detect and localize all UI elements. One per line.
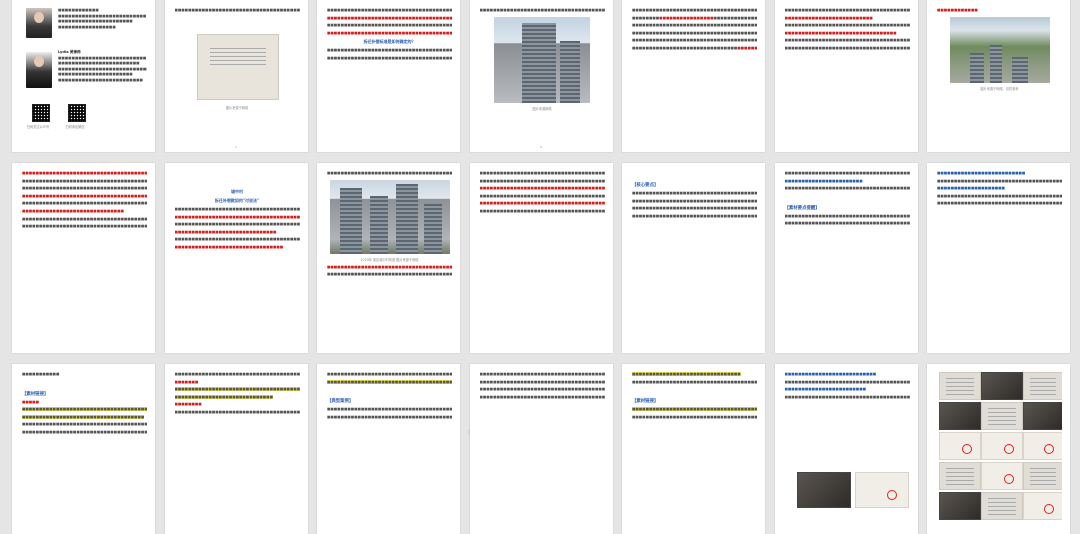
page-11[interactable]: ■■■■■■■■■■■■■■■■■■■■■■■■■■■■■■■■■■■■■ ■■■… [469, 163, 613, 353]
page-10[interactable]: ■■■■■■■■■■■■■■■■■■■■■■■■■■■■■■■■■■■■■■■■… [317, 163, 460, 353]
page-14[interactable]: ■■■■■■■■■■■■■■■■■■■■■■■■■■ ■■■■■■■■■■■■■… [927, 163, 1070, 353]
lawyer-portrait-1 [26, 8, 52, 38]
photo-caption: 2020年 某区城中村改造 图片来源于网络 [360, 257, 419, 262]
page-7[interactable]: ■■■■■■■■■■■■ 图片来源于网络，仅供参考 [927, 0, 1070, 152]
photo-caption: 图片来源于网络 [225, 106, 249, 110]
page-2[interactable]: ■■■■■■■■■■■■■■■■■■■■■■■■■■■■■■■■■■■■■■■■… [164, 0, 308, 152]
qr-code-1 [32, 104, 50, 122]
evidence-photo-14 [981, 492, 1023, 520]
page-8[interactable]: ■■■■■■■■■■■■■■■■■■■■■■■■■■■■■■■■■■■■■ ■■■… [12, 163, 155, 353]
page-4[interactable]: ■■■■■■■■■■■■■■■■■■■■■■■■■■■■■■■■■■■■■■■■… [469, 0, 613, 152]
building-photo [494, 16, 590, 103]
document-photo [196, 34, 279, 100]
page-number: 7 [235, 145, 237, 149]
resize-handle-icon[interactable]: ⋮ [466, 428, 472, 438]
article-title-2: 拆迁补偿款如何"讨说法" [214, 198, 260, 203]
page-16[interactable]: ■■■■■■■■■■■■■■■■■■■■■■■■■■■■■■■■■■■■■■ ■■… [164, 364, 308, 534]
page-12[interactable]: 【核心要点】 ■■■■■■■■■■■■■■■■■■■■■■■■■■■■■■■■■… [622, 163, 765, 353]
evidence-photo-8 [981, 432, 1023, 460]
evidence-photo-13 [939, 492, 981, 520]
evidence-photo-6 [1023, 402, 1062, 430]
page-17[interactable]: ■■■■■■■■■■■■■■■■■■■■■■■■■■■■■■■■■■■■■ ■■■… [317, 364, 460, 534]
evidence-photo-5 [981, 402, 1023, 430]
section-tag: 【典型案例】 [327, 399, 354, 405]
evidence-photo-10 [939, 462, 981, 490]
photo-caption: 图片来源于网络，仅供参考 [980, 86, 1019, 91]
evidence-photo-1 [939, 372, 981, 400]
evidence-photo-15 [1023, 492, 1062, 520]
page-9[interactable]: 城中村 拆迁补偿款如何"讨说法" ■■■■■■■■■■■■■■■■■■■■■■■… [164, 163, 308, 353]
aerial-photo [949, 16, 1050, 83]
qr-caption-2: 扫码添加微信 [65, 125, 85, 129]
article-title-1: 城中村 [231, 189, 243, 194]
photo-thumb-a [796, 472, 851, 508]
qr-caption-1: 扫码关注公众号 [26, 125, 50, 129]
page-15[interactable]: ■■■■■■■■■■■ 【素材链接】 ■■■■■ ■■■■■■■■■■■■■■■… [12, 364, 155, 534]
evidence-photo-7 [939, 432, 981, 460]
section-tag: 【素材链接】 [632, 399, 659, 405]
evidence-photo-2 [981, 372, 1023, 400]
section-tag: 【素材要点提醒】 [784, 205, 820, 211]
page-21[interactable] [927, 364, 1070, 534]
page-3[interactable]: ■■■■■■■■■■■■■■■■■■■■■■■■■■■■■■■■■■■■■ ■■■… [317, 0, 460, 152]
evidence-photo-12 [1023, 462, 1062, 490]
page-number: 9 [540, 145, 542, 149]
page-19[interactable]: ■■■■■■■■■■■■■■■■■■■■■■■■■■■■■■■■ ■■■■■■■… [622, 364, 765, 534]
page-18[interactable]: ■■■■■■■■■■■■■■■■■■■■■■■■■■■■■■■■■■■■■ ■■■… [469, 364, 613, 534]
lawyer-portrait-2 [26, 52, 52, 88]
section-tag: 【核心要点】 [632, 183, 659, 188]
page-6[interactable]: ■■■■■■■■■■■■■■■■■■■■■■■■■■■■■■■■■■■■■ ■■■… [774, 0, 918, 152]
page-13[interactable]: ■■■■■■■■■■■■■■■■■■■■■■■■■■■■■■■■■■■■■ ■■■… [774, 163, 918, 353]
evidence-photo-9 [1023, 432, 1062, 460]
photo-caption: 图片来源网络 [532, 106, 552, 111]
section-tag: 【素材链接】 [22, 391, 49, 397]
evidence-photo-4 [939, 402, 981, 430]
page-5[interactable]: ■■■■■■■■■■■■■■■■■■■■■■■■■■■■■■■■■■■■■ ■■■… [622, 0, 765, 152]
page-1[interactable]: ■■■■■■■■■■■■ ■■■■■■■■■■■■■■■■■■■■■■■■■■ … [12, 0, 155, 152]
residential-photo [329, 179, 450, 254]
section-headline: 拆迁补偿标准是如何确定的？ [363, 39, 416, 45]
evidence-photo-11 [981, 462, 1023, 490]
page-20[interactable]: ■■■■■■■■■■■■■■■■■■■■■■■■■■■ ■■■■■■■■■■■■… [774, 364, 918, 534]
photo-thumb-b [854, 472, 909, 508]
evidence-photo-3 [1023, 372, 1062, 400]
qr-code-2 [68, 104, 86, 122]
